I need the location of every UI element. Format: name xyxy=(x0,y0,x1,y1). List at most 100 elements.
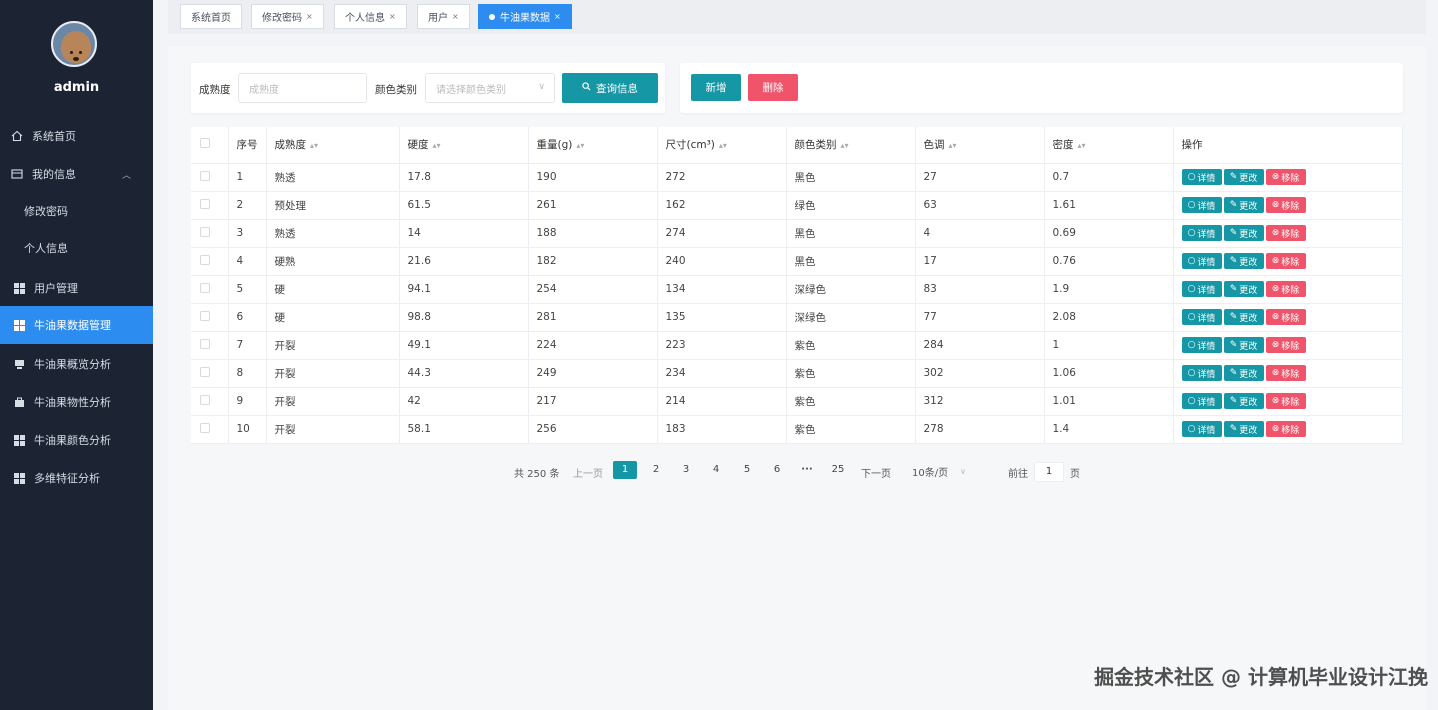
view-button[interactable]: ○ 详情 xyxy=(1181,337,1222,353)
table-cell: 3 xyxy=(228,219,267,248)
sidebar-item-avocado-data[interactable]: 牛油果数据管理 xyxy=(0,306,153,344)
page-button-25[interactable]: 25 xyxy=(826,461,850,479)
sidebar-item-label: 我的信息 xyxy=(32,168,76,181)
tab-label: 修改密码 xyxy=(262,13,302,24)
row-checkbox[interactable] xyxy=(200,254,210,265)
column-header[interactable]: 色调 ▴▾ xyxy=(915,127,1045,164)
tab-personal-info[interactable]: 个人信息 × xyxy=(334,4,407,29)
row-checkbox-cell[interactable] xyxy=(191,331,229,360)
remove-button[interactable]: ⊗ 移除 xyxy=(1265,337,1306,353)
row-checkbox-cell[interactable] xyxy=(191,163,229,192)
avatar[interactable] xyxy=(51,21,97,67)
row-checkbox-cell[interactable] xyxy=(191,415,229,444)
row-checkbox-cell[interactable] xyxy=(191,191,229,220)
row-checkbox[interactable] xyxy=(200,282,210,293)
sidebar-item-multi[interactable]: 多维特征分析 xyxy=(0,460,153,496)
row-checkbox[interactable] xyxy=(200,338,210,349)
remove-button[interactable]: ⊗ 移除 xyxy=(1265,393,1306,409)
view-button[interactable]: ○ 详情 xyxy=(1181,169,1222,185)
edit-button[interactable]: ✎ 更改 xyxy=(1223,169,1264,185)
edit-button[interactable]: ✎ 更改 xyxy=(1223,393,1264,409)
select-all-checkbox[interactable] xyxy=(200,138,210,149)
column-header[interactable]: 硬度 ▴▾ xyxy=(399,127,529,164)
row-checkbox[interactable] xyxy=(200,394,210,405)
row-checkbox-cell[interactable] xyxy=(191,247,229,276)
close-icon[interactable]: × xyxy=(452,12,459,21)
page-button-3[interactable]: 3 xyxy=(674,461,698,479)
next-page-button[interactable]: 下一页 xyxy=(861,465,891,480)
page-button-6[interactable]: 6 xyxy=(765,461,789,479)
remove-button[interactable]: ⊗ 移除 xyxy=(1265,253,1306,269)
remove-button[interactable]: ⊗ 移除 xyxy=(1265,281,1306,297)
tab-users[interactable]: 用户 × xyxy=(417,4,470,29)
column-header[interactable]: 重量(g) ▴▾ xyxy=(528,127,658,164)
row-checkbox-cell[interactable] xyxy=(191,303,229,332)
view-button[interactable]: ○ 详情 xyxy=(1181,393,1222,409)
close-icon[interactable]: × xyxy=(554,12,561,21)
page-size-select[interactable]: 10条/页 ∨ xyxy=(912,461,976,481)
goto-page-input[interactable]: 1 xyxy=(1034,462,1064,482)
close-icon[interactable]: × xyxy=(389,12,396,21)
page-button-1[interactable]: 1 xyxy=(613,461,637,479)
sidebar-item-my-info[interactable]: 我的信息 ︿ xyxy=(0,156,153,192)
edit-button[interactable]: ✎ 更改 xyxy=(1223,281,1264,297)
column-header[interactable]: 密度 ▴▾ xyxy=(1044,127,1174,164)
remove-button[interactable]: ⊗ 移除 xyxy=(1265,365,1306,381)
delete-button[interactable]: 删除 xyxy=(748,74,798,101)
page-button-4[interactable]: 4 xyxy=(704,461,728,479)
tab-avocado-data[interactable]: 牛油果数据 × xyxy=(478,4,572,29)
page-button-2[interactable]: 2 xyxy=(644,461,668,479)
select-all-checkbox-cell[interactable] xyxy=(191,127,229,164)
row-checkbox[interactable] xyxy=(200,366,210,377)
view-button[interactable]: ○ 详情 xyxy=(1181,309,1222,325)
edit-button[interactable]: ✎ 更改 xyxy=(1223,253,1264,269)
view-button[interactable]: ○ 详情 xyxy=(1181,365,1222,381)
remove-button[interactable]: ⊗ 移除 xyxy=(1265,225,1306,241)
remove-button[interactable]: ⊗ 移除 xyxy=(1265,421,1306,437)
sidebar-item-home[interactable]: 系统首页 xyxy=(0,118,153,154)
close-icon[interactable]: × xyxy=(306,12,313,21)
query-button[interactable]: 查询信息 xyxy=(562,73,658,103)
sidebar-item-overview[interactable]: 牛油果概览分析 xyxy=(0,346,153,382)
view-button[interactable]: ○ 详情 xyxy=(1181,197,1222,213)
sidebar-item-change-password[interactable]: 修改密码 xyxy=(0,193,153,229)
row-checkbox[interactable] xyxy=(200,422,210,433)
row-checkbox[interactable] xyxy=(200,170,210,181)
edit-button[interactable]: ✎ 更改 xyxy=(1223,225,1264,241)
edit-button[interactable]: ✎ 更改 xyxy=(1223,337,1264,353)
row-checkbox[interactable] xyxy=(200,198,210,209)
ripeness-input[interactable]: 成熟度 xyxy=(238,73,367,103)
row-checkbox[interactable] xyxy=(200,310,210,321)
column-header[interactable]: 颜色类别 ▴▾ xyxy=(786,127,916,164)
page-button-5[interactable]: 5 xyxy=(735,461,759,479)
view-button[interactable]: ○ 详情 xyxy=(1181,253,1222,269)
page-ellipsis[interactable]: ··· xyxy=(795,461,819,479)
row-checkbox-cell[interactable] xyxy=(191,359,229,388)
column-header[interactable]: 尺寸(cm³) ▴▾ xyxy=(657,127,787,164)
row-checkbox-cell[interactable] xyxy=(191,387,229,416)
row-checkbox-cell[interactable] xyxy=(191,275,229,304)
column-header[interactable]: 成熟度 ▴▾ xyxy=(266,127,400,164)
sidebar-item-users[interactable]: 用户管理 xyxy=(0,270,153,306)
view-button[interactable]: ○ 详情 xyxy=(1181,281,1222,297)
remove-button[interactable]: ⊗ 移除 xyxy=(1265,309,1306,325)
edit-button[interactable]: ✎ 更改 xyxy=(1223,421,1264,437)
tab-home[interactable]: 系统首页 xyxy=(180,4,242,29)
remove-button[interactable]: ⊗ 移除 xyxy=(1265,169,1306,185)
prev-page-button[interactable]: 上一页 xyxy=(573,465,603,480)
add-button[interactable]: 新增 xyxy=(691,74,741,101)
row-checkbox-cell[interactable] xyxy=(191,219,229,248)
tab-change-password[interactable]: 修改密码 × xyxy=(251,4,324,29)
sidebar-item-physical[interactable]: 牛油果物性分析 xyxy=(0,384,153,420)
row-checkbox[interactable] xyxy=(200,226,210,237)
edit-button[interactable]: ✎ 更改 xyxy=(1223,309,1264,325)
sidebar-item-color[interactable]: 牛油果颜色分析 xyxy=(0,422,153,458)
edit-button[interactable]: ✎ 更改 xyxy=(1223,197,1264,213)
color-select[interactable]: 请选择颜色类别 ∨ xyxy=(425,73,555,103)
sidebar-item-personal-info[interactable]: 个人信息 xyxy=(0,230,153,266)
view-button[interactable]: ○ 详情 xyxy=(1181,225,1222,241)
view-button[interactable]: ○ 详情 xyxy=(1181,421,1222,437)
remove-button[interactable]: ⊗ 移除 xyxy=(1265,197,1306,213)
edit-button[interactable]: ✎ 更改 xyxy=(1223,365,1264,381)
column-header: 操作 xyxy=(1173,127,1403,164)
